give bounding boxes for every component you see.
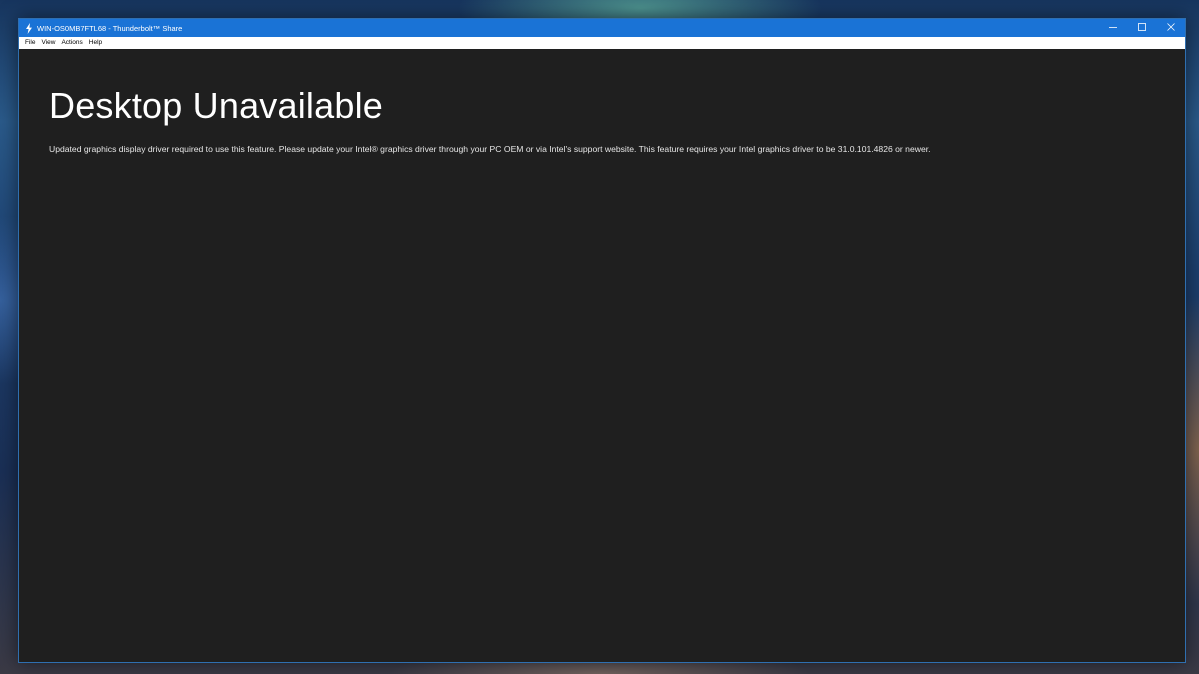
- menu-file[interactable]: File: [22, 37, 38, 49]
- minimize-icon: [1108, 23, 1117, 33]
- app-window: WIN-OS0MB7FTL68 - Thunderbolt™ Share Fil…: [18, 18, 1186, 663]
- page-title: Desktop Unavailable: [49, 85, 383, 126]
- menu-bar: File View Actions Help: [19, 37, 1185, 49]
- menu-actions[interactable]: Actions: [58, 37, 85, 49]
- maximize-icon: [1137, 23, 1146, 33]
- minimize-button[interactable]: [1098, 19, 1127, 37]
- menu-view[interactable]: View: [38, 37, 58, 49]
- thunderbolt-icon: [24, 22, 34, 34]
- window-title: WIN-OS0MB7FTL68 - Thunderbolt™ Share: [37, 23, 183, 33]
- maximize-button[interactable]: [1127, 19, 1156, 37]
- close-icon: [1166, 23, 1175, 33]
- main-content: Desktop Unavailable Updated graphics dis…: [19, 49, 1185, 662]
- driver-message: Updated graphics display driver required…: [49, 144, 931, 154]
- menu-help[interactable]: Help: [86, 37, 105, 49]
- title-bar[interactable]: WIN-OS0MB7FTL68 - Thunderbolt™ Share: [19, 19, 1185, 37]
- window-controls: [1098, 19, 1185, 37]
- close-button[interactable]: [1156, 19, 1185, 37]
